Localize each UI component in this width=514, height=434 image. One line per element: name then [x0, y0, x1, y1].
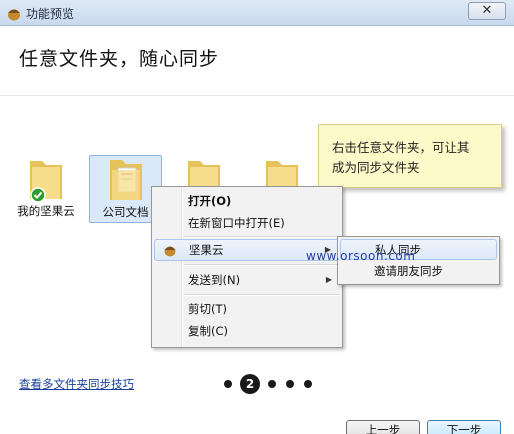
folder-my-jianguoyun[interactable]: 我的坚果云: [14, 155, 78, 219]
jianguoyun-nut-icon: [8, 9, 20, 21]
page-dot[interactable]: [224, 380, 232, 388]
context-menu: 打开(O) 在新窗口中打开(E) 坚果云 ▶ 发送到(N) ▶ 剪切(T) 复制…: [151, 186, 343, 348]
prev-button[interactable]: 上一步: [346, 420, 420, 434]
menu-item-open[interactable]: 打开(O): [154, 190, 340, 212]
watermark-text: www.orsoon.com: [306, 249, 416, 263]
menu-item-invite-sync[interactable]: 邀请朋友同步: [340, 261, 497, 282]
menu-item-copy[interactable]: 复制(C): [154, 320, 340, 342]
sync-tips-link[interactable]: 查看多文件夹同步技巧: [19, 376, 134, 392]
folder-synced-icon: [30, 161, 62, 203]
page-dot[interactable]: [268, 380, 276, 388]
tooltip-line-1: 右击任意文件夹，可让其: [332, 140, 470, 155]
menu-separator: [184, 294, 340, 296]
menu-item-label: 发送到(N): [188, 273, 241, 287]
page-title: 任意文件夹，随心同步: [19, 48, 220, 70]
menu-item-open-new-window[interactable]: 在新窗口中打开(E): [154, 212, 340, 234]
folder-label: 我的坚果云: [17, 204, 75, 218]
menu-item-cut[interactable]: 剪切(T): [154, 298, 340, 320]
submenu-arrow-icon: ▶: [325, 275, 332, 284]
folder-document-icon: [109, 160, 142, 200]
page-dot[interactable]: [286, 380, 294, 388]
tooltip-line-2: 成为同步文件夹: [332, 160, 420, 175]
jianguoyun-nut-icon: [164, 246, 176, 257]
page-indicator: 2: [219, 374, 317, 394]
page-dot-current[interactable]: 2: [240, 374, 260, 394]
menu-item-label: 坚果云: [189, 243, 224, 257]
page-dot[interactable]: [304, 380, 312, 388]
hint-tooltip: 右击任意文件夹，可让其 成为同步文件夹: [318, 124, 502, 188]
menu-separator: [184, 264, 340, 266]
menu-separator: [184, 236, 340, 238]
title-bar: 功能预览 ✕: [0, 0, 514, 26]
window-title: 功能预览: [26, 7, 75, 21]
menu-item-send-to[interactable]: 发送到(N) ▶: [154, 269, 340, 291]
close-button[interactable]: ✕: [468, 2, 506, 20]
next-button[interactable]: 下一步: [427, 420, 501, 434]
